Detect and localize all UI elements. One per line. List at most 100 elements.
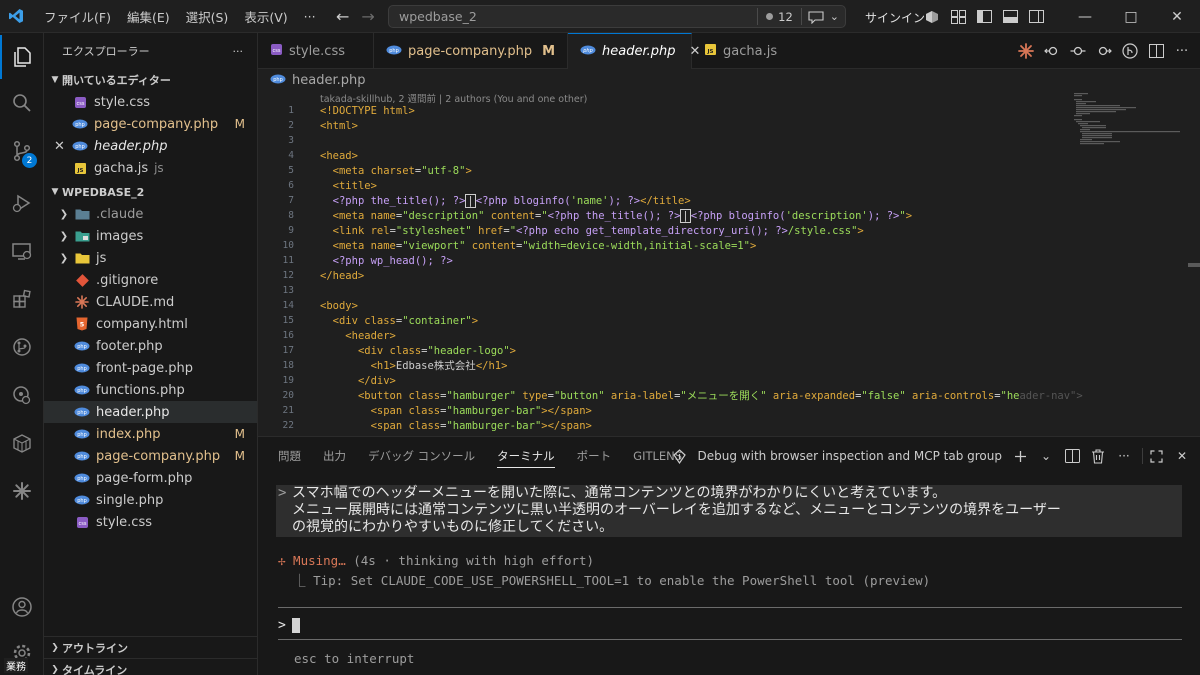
split-terminal-icon[interactable] (1064, 448, 1080, 464)
problems-count[interactable]: 12 (758, 10, 801, 24)
close-icon[interactable]: ✕ (1174, 448, 1190, 464)
more-actions-icon[interactable]: ··· (1116, 448, 1132, 464)
sign-in-button[interactable]: サインイン (865, 9, 925, 26)
scrollbar-thumb[interactable] (1188, 263, 1200, 267)
code-editor[interactable]: takada-skillhub, 2 週間前 | 2 authors (You … (258, 91, 1200, 436)
customize-layout-icon[interactable] (950, 9, 966, 25)
tab-problems[interactable]: 問題 (278, 448, 301, 464)
claude-icon[interactable] (0, 469, 44, 513)
js-folder-icon (74, 250, 90, 266)
maximize-icon[interactable]: □ (1108, 0, 1154, 33)
git-commit-icon[interactable] (1070, 43, 1086, 59)
line-number: 20 (282, 390, 294, 401)
tab-debug-console[interactable]: デバッグ コンソール (368, 448, 475, 464)
tab-ports[interactable]: ポート (577, 448, 612, 464)
line-number: 19 (282, 375, 294, 386)
project-section[interactable]: ▼ WPEDBASE_2 (44, 181, 257, 203)
close-icon[interactable]: ✕ (1154, 0, 1200, 33)
file-item[interactable]: php page-company.php M (44, 445, 257, 467)
file-item[interactable]: php single.php (44, 489, 257, 511)
gitlens-inspect-icon[interactable] (0, 373, 44, 417)
minimize-icon[interactable]: — (1062, 0, 1108, 33)
file-item[interactable]: php front-page.php (44, 357, 257, 379)
file-item[interactable]: .gitignore (44, 269, 257, 291)
containers-icon[interactable] (0, 421, 44, 465)
file-folder-hint: js (154, 161, 164, 175)
outline-section[interactable]: ❯ アウトライン (44, 636, 258, 659)
line-number: 21 (282, 405, 294, 416)
run-debug-icon[interactable] (0, 181, 44, 225)
terminal[interactable]: > スマホ幅でのヘッダーメニューを開いた際に、通常コンテンツとの境界がわかりにく… (258, 475, 1200, 675)
open-editor-item[interactable]: php page-company.php M (44, 113, 257, 135)
git-previous-icon[interactable] (1044, 43, 1060, 59)
split-editor-icon[interactable] (1148, 43, 1164, 59)
activity-bar: 2 業務 (0, 33, 44, 675)
tab-header-php[interactable]: php header.php ✕ (568, 33, 700, 69)
git-next-icon[interactable] (1096, 43, 1112, 59)
maximize-panel-icon[interactable] (1142, 448, 1164, 464)
file-item[interactable]: php footer.php (44, 335, 257, 357)
source-control-badge: 2 (22, 153, 37, 168)
remote-explorer-icon[interactable] (0, 229, 44, 273)
menu-file[interactable]: ファイル(F) (36, 7, 119, 26)
tab-terminal[interactable]: ターミナル (497, 448, 555, 468)
file-item[interactable]: 5 company.html (44, 313, 257, 335)
open-editors-section[interactable]: ▼ 開いているエディター (44, 69, 257, 91)
folder-item[interactable]: ❯ js (44, 247, 257, 269)
open-editor-item-active[interactable]: ✕ php header.php (44, 135, 257, 157)
file-item[interactable]: php page-form.php (44, 467, 257, 489)
explorer-icon[interactable] (0, 35, 44, 79)
file-item[interactable]: php index.php M (44, 423, 257, 445)
folder-item[interactable]: ❯ images (44, 225, 257, 247)
chevron-right-icon: ❯ (59, 208, 69, 220)
input-divider (278, 607, 1182, 608)
menu-more[interactable]: ··· (296, 9, 324, 24)
tab-gacha-js[interactable]: JS gacha.js (692, 33, 796, 69)
forward-arrow-icon[interactable]: → (361, 7, 374, 26)
debug-config-label[interactable]: Debug with browser inspection and MCP ta… (698, 449, 1002, 463)
add-terminal-icon[interactable] (1012, 448, 1028, 464)
timeline-section[interactable]: ❯ タイムライン (44, 658, 258, 675)
menu-edit[interactable]: 編集(E) (119, 7, 178, 26)
file-item[interactable]: php functions.php (44, 379, 257, 401)
close-icon[interactable]: ✕ (54, 139, 65, 154)
file-item-selected[interactable]: php header.php (44, 401, 257, 423)
tab-page-company[interactable]: php page-company.php M (374, 33, 568, 69)
more-actions-icon[interactable]: ··· (233, 45, 244, 58)
open-editor-item[interactable]: css style.css (44, 91, 257, 113)
debug-launch-icon[interactable] (672, 448, 688, 464)
minimap[interactable] (1070, 91, 1190, 151)
trash-icon[interactable] (1090, 448, 1106, 464)
file-name: single.php (96, 492, 164, 508)
file-item[interactable]: CLAUDE.md (44, 291, 257, 313)
chevron-right-icon: ❯ (59, 230, 69, 242)
account-icon[interactable] (0, 585, 44, 629)
menu-view[interactable]: 表示(V) (236, 7, 295, 26)
menu-selection[interactable]: 選択(S) (178, 7, 237, 26)
toggle-primary-sidebar-icon[interactable] (976, 9, 992, 25)
source-control-icon[interactable]: 2 (0, 129, 44, 173)
tab-style-css[interactable]: css style.css (258, 33, 374, 69)
chat-input[interactable]: > (278, 618, 300, 633)
claude-code-icon[interactable] (1018, 43, 1034, 59)
breadcrumb[interactable]: php header.php (258, 69, 1200, 91)
toggle-secondary-sidebar-icon[interactable] (1028, 9, 1044, 25)
code-lines: 1 <!DOCTYPE html> 2 <html> 3 4 <head> 5 <me… (258, 103, 1083, 433)
extensions-icon[interactable] (0, 277, 44, 321)
search-icon[interactable] (0, 81, 44, 125)
copilot-icon[interactable] (924, 9, 940, 25)
toggle-panel-icon[interactable] (1002, 9, 1018, 25)
more-actions-icon[interactable]: ··· (1174, 43, 1190, 59)
file-item[interactable]: css style.css (44, 511, 257, 533)
gitlens-icon[interactable] (0, 325, 44, 369)
open-editor-item[interactable]: JS gacha.js js (44, 157, 257, 179)
chat-menu[interactable]: ⌄ (802, 10, 845, 24)
command-center-search[interactable]: wpedbase_2 12 ⌄ (388, 5, 846, 28)
gitlens-compare-icon[interactable] (1122, 43, 1138, 59)
chevron-down-icon[interactable]: ⌄ (1038, 448, 1054, 464)
back-arrow-icon[interactable]: ← (336, 7, 349, 26)
folder-item[interactable]: ❯ .claude (44, 203, 257, 225)
html-file-icon: 5 (74, 316, 90, 332)
svg-text:php: php (75, 144, 85, 150)
tab-output[interactable]: 出力 (323, 448, 346, 464)
